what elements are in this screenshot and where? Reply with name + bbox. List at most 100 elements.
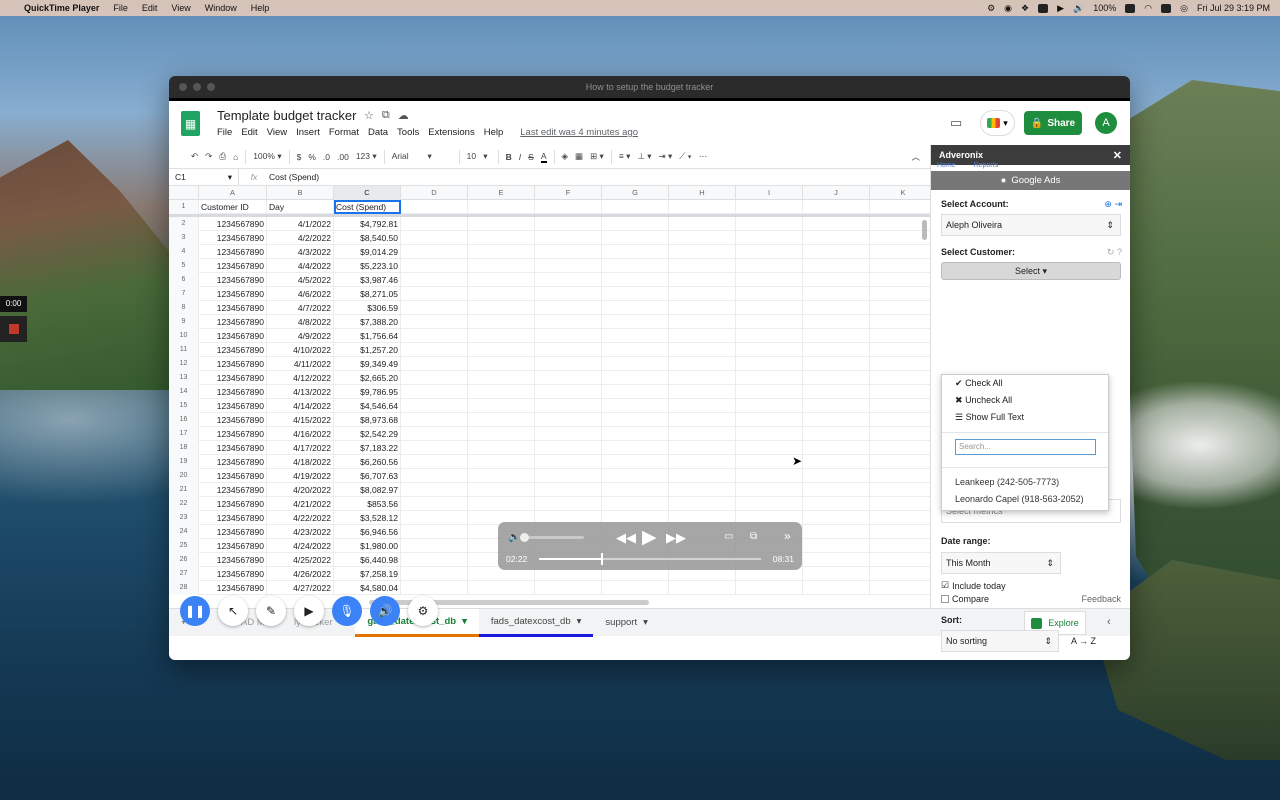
font-select[interactable]: Arial ▾ [392,151,452,162]
table-cell[interactable] [602,427,669,441]
sheets-menu-file[interactable]: File [217,127,232,138]
table-cell[interactable] [736,371,803,385]
table-cell[interactable]: $9,349.49 [334,357,401,371]
table-cell[interactable] [535,371,602,385]
paint-format-icon[interactable]: ⌂ [233,152,238,162]
table-cell[interactable]: 4/11/2022 [267,357,334,371]
bold-button[interactable]: B [506,152,512,162]
table-cell[interactable] [602,315,669,329]
table-cell[interactable] [401,245,468,259]
table-cell[interactable] [736,245,803,259]
dropbox-icon[interactable]: ❖ [1021,3,1029,14]
table-cell[interactable] [803,511,870,525]
table-cell[interactable]: 4/24/2022 [267,539,334,553]
table-cell[interactable] [535,497,602,511]
table-cell[interactable] [468,469,535,483]
table-cell[interactable] [468,217,535,231]
table-cell[interactable]: 4/8/2022 [267,315,334,329]
freeze-divider[interactable] [169,214,930,217]
table-cell[interactable] [535,301,602,315]
table-cell[interactable] [870,245,930,259]
column-header[interactable]: F [535,186,602,200]
table-cell[interactable] [602,357,669,371]
select-customer-button[interactable]: Select ▾ [941,262,1121,280]
table-cell[interactable] [535,357,602,371]
column-header[interactable]: G [602,186,669,200]
table-cell[interactable] [468,329,535,343]
microphone-toggle-button[interactable]: 🎙 [332,596,362,626]
table-cell[interactable] [535,343,602,357]
table-cell[interactable]: $3,987.46 [334,273,401,287]
move-folder-icon[interactable]: ⧉ [382,109,390,122]
table-cell[interactable] [803,427,870,441]
table-cell[interactable] [401,343,468,357]
table-cell[interactable] [401,371,468,385]
table-cell[interactable] [468,441,535,455]
align-vertical-icon[interactable]: ⊥ ▾ [637,151,651,162]
row-number[interactable]: 20 [169,469,199,483]
table-cell[interactable]: 1234567890 [199,497,267,511]
table-cell[interactable] [535,287,602,301]
table-cell[interactable] [468,273,535,287]
table-cell[interactable]: 1234567890 [199,385,267,399]
table-cell[interactable]: Customer ID [199,200,267,214]
table-cell[interactable] [468,427,535,441]
table-cell[interactable] [669,455,736,469]
table-cell[interactable]: 1234567890 [199,371,267,385]
table-cell[interactable] [736,385,803,399]
table-cell[interactable]: $9,014.29 [334,245,401,259]
table-cell[interactable]: 1234567890 [199,553,267,567]
table-cell[interactable] [870,553,930,567]
table-cell[interactable]: 4/10/2022 [267,343,334,357]
font-size-select[interactable]: 10 ▾ [467,151,491,162]
sheets-menu-edit[interactable]: Edit [241,127,257,138]
table-cell[interactable]: 4/7/2022 [267,301,334,315]
table-cell[interactable] [736,329,803,343]
table-cell[interactable]: 1234567890 [199,329,267,343]
system-audio-toggle-button[interactable]: 🔊 [370,596,400,626]
table-cell[interactable] [803,525,870,539]
row-number[interactable]: 22 [169,497,199,511]
sheets-menu-extensions[interactable]: Extensions [428,127,474,138]
table-cell[interactable] [803,343,870,357]
table-cell[interactable] [870,413,930,427]
table-cell[interactable] [468,287,535,301]
table-cell[interactable] [736,357,803,371]
share-button[interactable]: 🔒 Share [1024,111,1082,135]
formula-input[interactable]: Cost (Spend) [269,172,319,182]
table-cell[interactable]: $853.56 [334,497,401,511]
row-number[interactable]: 13 [169,371,199,385]
account-select[interactable]: Aleph Oliveira ⇕ [941,214,1121,236]
recording-settings-button[interactable]: ⚙ [408,596,438,626]
vertical-scrollbar[interactable] [922,220,927,240]
table-cell[interactable] [535,455,602,469]
table-cell[interactable] [401,539,468,553]
sheets-menu-format[interactable]: Format [329,127,359,138]
app-menu[interactable]: QuickTime Player [24,3,99,13]
table-cell[interactable] [803,273,870,287]
merge-cells-icon[interactable]: ⊞ ▾ [590,151,604,162]
table-cell[interactable] [669,385,736,399]
status-circle-icon[interactable]: ◉ [1004,3,1012,14]
table-cell[interactable] [535,273,602,287]
row-number[interactable]: 9 [169,315,199,329]
table-cell[interactable] [736,427,803,441]
table-cell[interactable] [669,217,736,231]
undo-icon[interactable]: ↶ [191,151,198,162]
table-cell[interactable]: $2,542.29 [334,427,401,441]
row-number[interactable]: 26 [169,553,199,567]
table-cell[interactable] [602,497,669,511]
table-cell[interactable] [401,200,468,214]
play-status-icon[interactable]: ▶ [1057,3,1064,14]
table-cell[interactable]: 1234567890 [199,287,267,301]
row-number[interactable]: 5 [169,259,199,273]
table-cell[interactable] [401,287,468,301]
table-cell[interactable] [401,259,468,273]
star-icon[interactable]: ☆ [364,109,374,122]
table-cell[interactable] [401,231,468,245]
include-today-checkbox[interactable]: ☑ Include today [941,580,1130,591]
table-cell[interactable]: $4,792.81 [334,217,401,231]
customer-option[interactable]: Leankeep (242-505-7773) [942,474,1108,491]
row-number[interactable]: 11 [169,343,199,357]
table-cell[interactable]: $4,580.04 [334,581,401,595]
